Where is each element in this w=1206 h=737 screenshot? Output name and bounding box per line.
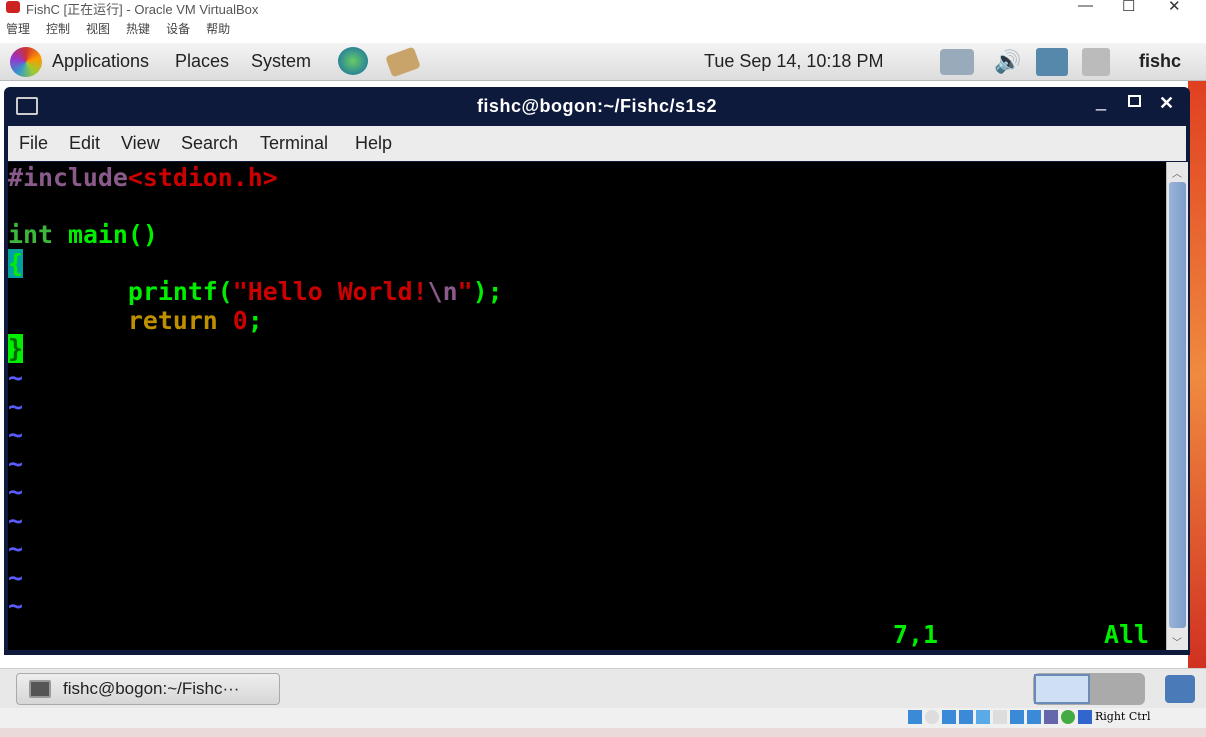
recording-icon[interactable]	[1027, 710, 1041, 724]
audio-icon[interactable]	[942, 710, 956, 724]
scroll-up-arrow-icon[interactable]: ︿	[1172, 165, 1182, 180]
maximize-button[interactable]	[1128, 95, 1141, 107]
menu-manage[interactable]: 管理	[6, 22, 30, 36]
terminal-icon	[29, 680, 51, 698]
scroll-status: All	[1104, 620, 1149, 649]
host-key-label: Right Ctrl	[1095, 710, 1151, 723]
empty-line-tilde: ~	[8, 591, 23, 620]
workspace-switcher[interactable]	[1033, 673, 1145, 705]
menu-system[interactable]: System	[251, 51, 311, 72]
scroll-down-arrow-icon[interactable]: ﹀	[1172, 634, 1182, 649]
menu-applications[interactable]: Applications	[52, 51, 149, 72]
virtualbox-app-icon	[6, 1, 20, 13]
scrollbar[interactable]: ︿ ﹀	[1166, 162, 1188, 650]
clock[interactable]: Tue Sep 14, 10:18 PM	[704, 51, 883, 72]
terminal-window: fishc@bogon:~/Fishc/s1s2 _ ✕ File Edit V…	[4, 87, 1190, 655]
menu-edit[interactable]: Edit	[69, 133, 100, 154]
terminal-title-bar[interactable]: fishc@bogon:~/Fishc/s1s2	[4, 87, 1190, 125]
display-icon[interactable]	[1010, 710, 1024, 724]
terminal-content[interactable]: #include<stdion.h> int main() { printf("…	[8, 162, 1168, 650]
menu-view[interactable]: 视图	[86, 22, 110, 36]
user-name[interactable]: fishc	[1139, 51, 1181, 72]
workspace-1[interactable]	[1034, 674, 1090, 704]
code-line-6: return 0;	[8, 306, 263, 335]
scrollbar-thumb[interactable]	[1169, 182, 1186, 628]
window-title: FishC [正在运行] - Oracle VM VirtualBox	[26, 2, 259, 17]
empty-line-tilde: ~	[8, 534, 23, 563]
hard-disk-icon[interactable]	[908, 710, 922, 724]
terminal-menu-bar: File Edit View Search Terminal Help	[8, 126, 1186, 161]
network-icon[interactable]	[940, 49, 974, 75]
menu-help[interactable]: 帮助	[206, 22, 230, 36]
web-browser-icon[interactable]	[338, 47, 368, 75]
menu-devices[interactable]: 设备	[166, 22, 190, 36]
close-button[interactable]: ✕	[1168, 0, 1181, 15]
host-taskbar-strip	[0, 728, 1206, 737]
minimize-button[interactable]: —	[1078, 0, 1093, 14]
gnome-top-panel: Applications Places System Tue Sep 14, 1…	[0, 43, 1206, 81]
code-line-5: printf("Hello World!\n");	[8, 277, 503, 306]
empty-line-tilde: ~	[8, 420, 23, 449]
virtualbox-title-bar: FishC [正在运行] - Oracle VM VirtualBox — ☐ …	[0, 0, 1206, 17]
desktop-background	[1188, 81, 1206, 671]
code-line-1: #include<stdion.h>	[8, 163, 278, 192]
taskbar-item-terminal[interactable]: fishc@bogon:~/Fishc···	[16, 673, 280, 705]
gnome-bottom-panel: fishc@bogon:~/Fishc···	[0, 668, 1206, 708]
usb-icon[interactable]	[976, 710, 990, 724]
mouse-integration-icon[interactable]	[1078, 710, 1092, 724]
optical-drive-icon[interactable]	[925, 710, 939, 724]
empty-line-tilde: ~	[8, 363, 23, 392]
cursor-position: 7,1	[893, 620, 938, 649]
menu-terminal[interactable]: Terminal	[260, 133, 328, 154]
code-line-3: int main()	[8, 220, 158, 249]
network-disconnected-icon[interactable]	[1036, 48, 1068, 76]
mail-client-icon[interactable]	[385, 46, 421, 78]
virtualbox-menu-bar: 管理 控制 视图 热键 设备 帮助	[0, 20, 240, 42]
gnome-foot-icon	[10, 47, 42, 77]
trash-icon[interactable]	[1165, 675, 1195, 703]
menu-control[interactable]: 控制	[46, 22, 70, 36]
menu-file[interactable]: File	[19, 133, 48, 154]
minimize-button[interactable]: _	[1096, 91, 1106, 112]
empty-line-tilde: ~	[8, 562, 23, 592]
guest-additions-icon[interactable]	[1061, 710, 1075, 724]
menu-help[interactable]: Help	[355, 133, 392, 154]
device-icons: Right Ctrl	[908, 710, 1150, 724]
battery-icon[interactable]	[1082, 48, 1110, 76]
terminal-icon	[16, 97, 38, 115]
network-icon[interactable]	[959, 710, 973, 724]
virtualbox-status-bar: Right Ctrl	[0, 708, 1206, 728]
close-button[interactable]: ✕	[1159, 93, 1174, 114]
empty-line-tilde: ~	[8, 505, 23, 535]
taskbar-item-label: fishc@bogon:~/Fishc···	[63, 679, 240, 698]
empty-line-tilde: ~	[8, 391, 23, 421]
empty-line-tilde: ~	[8, 477, 23, 506]
shared-folders-icon[interactable]	[993, 710, 1007, 724]
menu-hotkey[interactable]: 热键	[126, 22, 150, 36]
terminal-title: fishc@bogon:~/Fishc/s1s2	[476, 96, 718, 116]
menu-search[interactable]: Search	[181, 133, 238, 154]
volume-icon[interactable]: 🔊	[994, 49, 1021, 75]
menu-places[interactable]: Places	[175, 51, 229, 72]
maximize-button[interactable]: ☐	[1122, 0, 1135, 15]
empty-line-tilde: ~	[8, 448, 23, 478]
code-line-7-cursor: }	[8, 334, 23, 363]
code-line-4: {	[8, 249, 23, 278]
menu-view[interactable]: View	[121, 133, 160, 154]
vt-x-icon[interactable]	[1044, 710, 1058, 724]
